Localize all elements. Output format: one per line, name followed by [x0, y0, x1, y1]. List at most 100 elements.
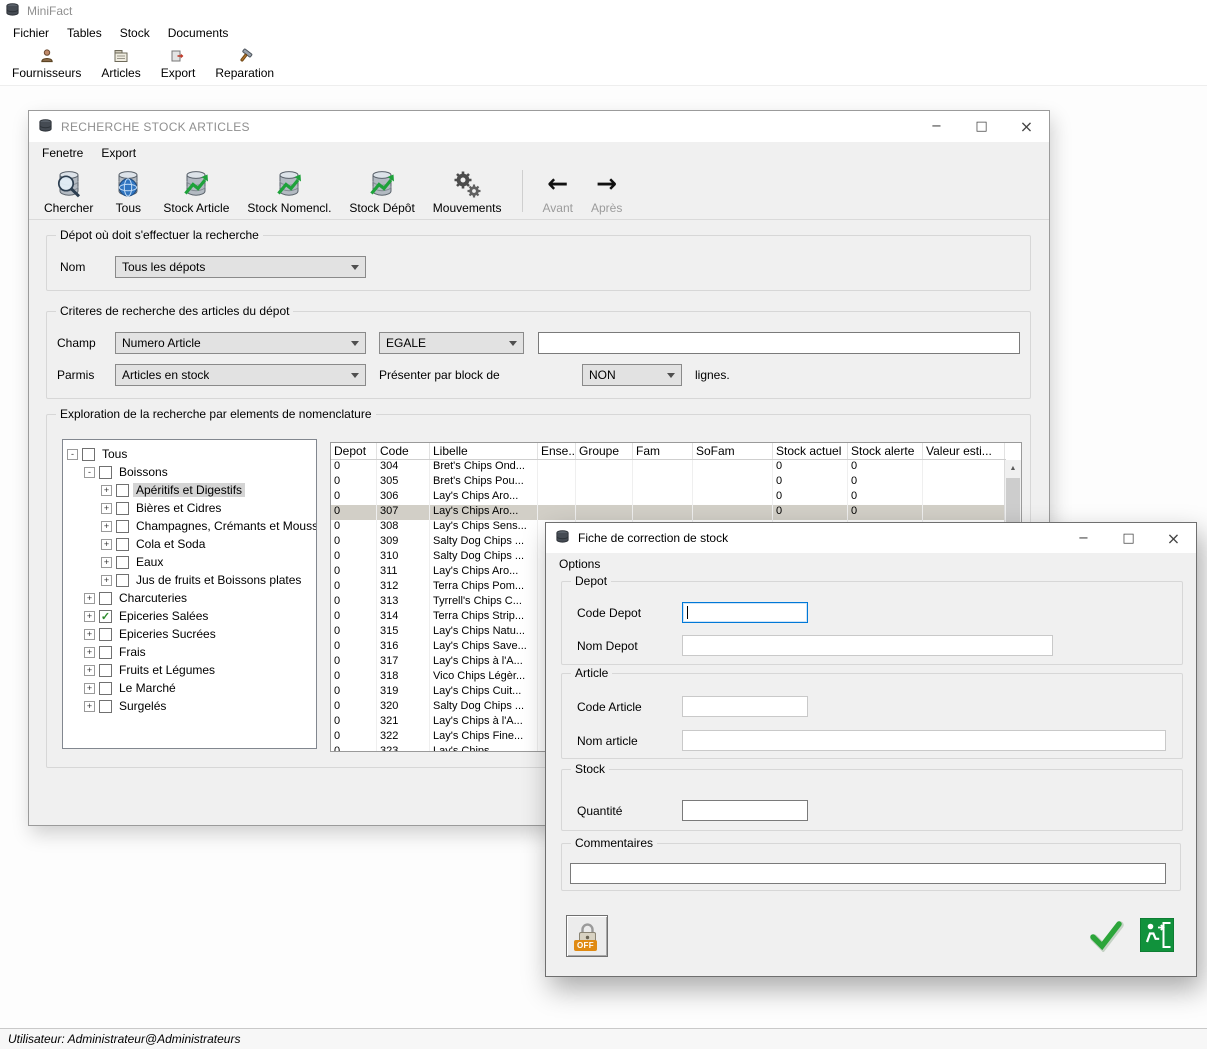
tree-item-champagnes-cr-mants-et-mouss[interactable]: +Champagnes, Crémants et Mouss...: [63, 517, 316, 535]
column-header-fam[interactable]: Fam: [633, 443, 693, 459]
correction-dialog-titlebar[interactable]: Fiche de correction de stock − □ ×: [546, 523, 1196, 553]
tree-checkbox[interactable]: [99, 664, 112, 677]
toolbar-button-stock-d-p-t[interactable]: Stock Dépôt: [340, 165, 423, 217]
expand-icon[interactable]: +: [101, 557, 112, 568]
toolbar-button-reparation[interactable]: Reparation: [205, 45, 284, 82]
exit-button[interactable]: [1138, 917, 1176, 955]
tree-checkbox[interactable]: [116, 484, 129, 497]
tree-item-epiceries-sucr-es[interactable]: +Epiceries Sucrées: [63, 625, 316, 643]
scroll-up-button[interactable]: ▲: [1005, 460, 1021, 477]
tree-checkbox[interactable]: [99, 682, 112, 695]
search-value-input[interactable]: [538, 332, 1020, 354]
comments-input[interactable]: [570, 863, 1166, 884]
collapse-icon[interactable]: -: [84, 467, 95, 478]
column-header-stock-alerte[interactable]: Stock alerte: [848, 443, 923, 459]
column-header-sofam[interactable]: SoFam: [693, 443, 773, 459]
expand-icon[interactable]: +: [84, 647, 95, 658]
tree-checkbox[interactable]: [99, 466, 112, 479]
toolbar-button-avant[interactable]: ←Avant: [534, 165, 582, 217]
column-header-valeur-esti[interactable]: Valeur esti...: [923, 443, 1005, 459]
tree-item-le-march[interactable]: +Le Marché: [63, 679, 316, 697]
minimize-button[interactable]: −: [914, 111, 959, 142]
tree-checkbox[interactable]: [99, 700, 112, 713]
tree-item-surgel-s[interactable]: +Surgelés: [63, 697, 316, 715]
table-row[interactable]: 0305Bret's Chips Pou...00: [331, 475, 1006, 490]
table-row[interactable]: 0307Lay's Chips Aro...00: [331, 505, 1006, 520]
block-select[interactable]: NON: [582, 364, 682, 386]
tree-item-fruits-et-l-gumes[interactable]: +Fruits et Légumes: [63, 661, 316, 679]
close-button[interactable]: ×: [1151, 523, 1196, 553]
tree-item-charcuteries[interactable]: +Charcuteries: [63, 589, 316, 607]
tree-checkbox[interactable]: [116, 502, 129, 515]
column-header-ense[interactable]: Ense...: [538, 443, 576, 459]
toolbar-button-stock-article[interactable]: Stock Article: [154, 165, 238, 217]
tree-checkbox[interactable]: [116, 556, 129, 569]
tree-item-jus-de-fruits-et-boissons-plates[interactable]: +Jus de fruits et Boissons plates: [63, 571, 316, 589]
tree-checkbox[interactable]: [99, 592, 112, 605]
expand-icon[interactable]: +: [84, 665, 95, 676]
column-header-libelle[interactable]: Libelle: [430, 443, 538, 459]
tree-item-frais[interactable]: +Frais: [63, 643, 316, 661]
tree-checkbox[interactable]: ✓: [99, 610, 112, 623]
tree-item-ap-ritifs-et-digestifs[interactable]: +Apéritifs et Digestifs: [63, 481, 316, 499]
menu-fichier[interactable]: Fichier: [4, 24, 58, 42]
expand-icon[interactable]: +: [101, 539, 112, 550]
quantity-input[interactable]: [682, 800, 808, 821]
tree-checkbox[interactable]: [82, 448, 95, 461]
tree-checkbox[interactable]: [99, 628, 112, 641]
column-header-code[interactable]: Code: [377, 443, 430, 459]
search-menu-export[interactable]: Export: [92, 144, 145, 162]
tree-checkbox[interactable]: [99, 646, 112, 659]
tree-item-bi-res-et-cidres[interactable]: +Bières et Cidres: [63, 499, 316, 517]
toolbar-button-mouvements[interactable]: Mouvements: [424, 165, 511, 217]
maximize-button[interactable]: □: [959, 111, 1004, 142]
menu-documents[interactable]: Documents: [159, 24, 238, 42]
expand-icon[interactable]: +: [101, 521, 112, 532]
collapse-icon[interactable]: -: [67, 449, 78, 460]
toolbar-button-articles[interactable]: Articles: [91, 45, 150, 82]
tree-checkbox[interactable]: [116, 538, 129, 551]
expand-icon[interactable]: +: [84, 701, 95, 712]
toolbar-button-export[interactable]: Export: [151, 45, 206, 82]
close-button[interactable]: ×: [1004, 111, 1049, 142]
table-row[interactable]: 0304Bret's Chips Ond...00: [331, 460, 1006, 475]
parmis-select[interactable]: Articles en stock: [115, 364, 366, 386]
expand-icon[interactable]: +: [84, 593, 95, 604]
search-menu-fenetre[interactable]: Fenetre: [33, 144, 92, 162]
toolbar-button-apr-s[interactable]: →Après: [582, 165, 631, 217]
depot-select[interactable]: Tous les dépots: [115, 256, 366, 278]
expand-icon[interactable]: +: [84, 629, 95, 640]
dialog-menu-options[interactable]: Options: [550, 555, 609, 573]
code-depot-input[interactable]: [682, 602, 808, 623]
minimize-button[interactable]: −: [1061, 523, 1106, 553]
main-titlebar[interactable]: MiniFact: [0, 0, 1207, 22]
column-header-groupe[interactable]: Groupe: [576, 443, 633, 459]
table-row[interactable]: 0306Lay's Chips Aro...00: [331, 490, 1006, 505]
lock-button[interactable]: OFF: [566, 915, 608, 957]
expand-icon[interactable]: +: [84, 611, 95, 622]
toolbar-button-chercher[interactable]: Chercher: [35, 165, 102, 217]
toolbar-button-tous[interactable]: Tous: [102, 165, 154, 217]
menu-tables[interactable]: Tables: [58, 24, 111, 42]
toolbar-button-fournisseurs[interactable]: Fournisseurs: [2, 45, 91, 82]
expand-icon[interactable]: +: [101, 575, 112, 586]
operator-select[interactable]: EGALE: [379, 332, 524, 354]
menu-stock[interactable]: Stock: [111, 24, 159, 42]
tree-checkbox[interactable]: [116, 574, 129, 587]
tree-checkbox[interactable]: [116, 520, 129, 533]
tree-item-boissons[interactable]: -Boissons: [63, 463, 316, 481]
expand-icon[interactable]: +: [84, 683, 95, 694]
tree-item-tous[interactable]: -Tous: [63, 445, 316, 463]
toolbar-button-stock-nomencl[interactable]: Stock Nomencl.: [238, 165, 340, 217]
tree-item-epiceries-sal-es[interactable]: +✓Epiceries Salées: [63, 607, 316, 625]
search-window-titlebar[interactable]: RECHERCHE STOCK ARTICLES − □ ×: [29, 111, 1049, 142]
column-header-depot[interactable]: Depot: [331, 443, 377, 459]
expand-icon[interactable]: +: [101, 485, 112, 496]
maximize-button[interactable]: □: [1106, 523, 1151, 553]
tree-item-cola-et-soda[interactable]: +Cola et Soda: [63, 535, 316, 553]
validate-button[interactable]: [1086, 919, 1128, 955]
expand-icon[interactable]: +: [101, 503, 112, 514]
tree-item-eaux[interactable]: +Eaux: [63, 553, 316, 571]
column-header-stock-actuel[interactable]: Stock actuel: [773, 443, 848, 459]
champ-select[interactable]: Numero Article: [115, 332, 366, 354]
